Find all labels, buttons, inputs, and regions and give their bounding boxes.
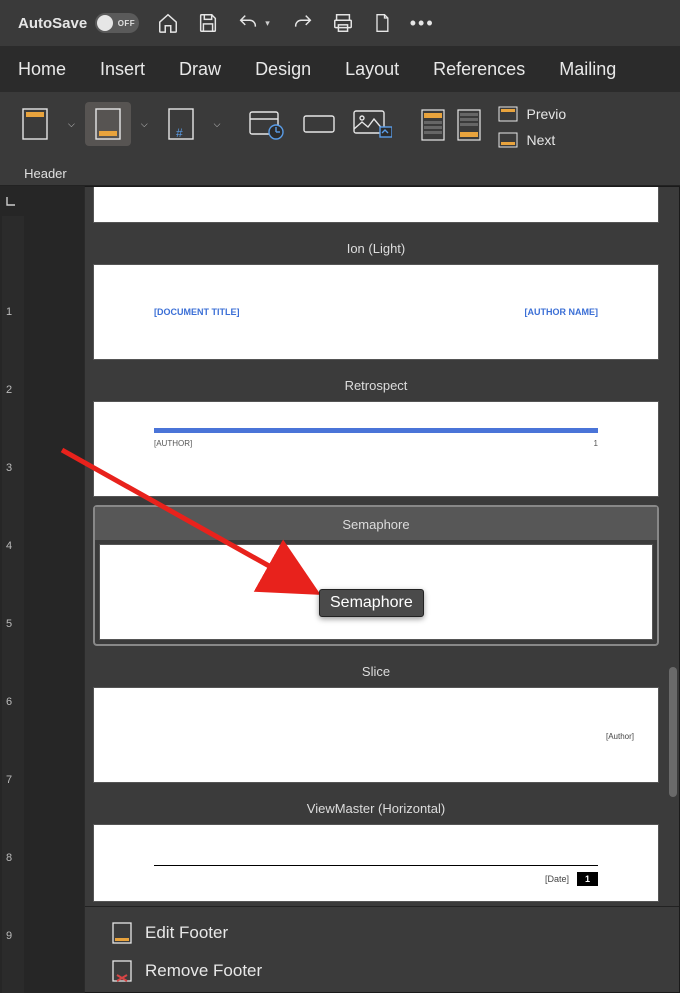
vertical-ruler — [0, 186, 26, 993]
redo-icon[interactable] — [292, 12, 314, 34]
toggle-off-text: OFF — [118, 19, 136, 28]
header-group: ⌵ Header — [12, 102, 79, 181]
gallery-item-slice[interactable]: Slice [Author] — [93, 654, 659, 783]
insert-group — [246, 102, 392, 145]
ruler-mark: 5 — [6, 618, 12, 630]
titlebar: AutoSave OFF ▾ ••• — [0, 0, 680, 46]
save-icon[interactable] — [197, 12, 219, 34]
ion-doc-title: [DOCUMENT TITLE] — [154, 307, 240, 317]
footer-group: ⌵ — [85, 102, 152, 146]
gallery-item-title: Slice — [93, 654, 659, 687]
scrollbar-thumb[interactable] — [669, 667, 677, 797]
remove-footer-label: Remove Footer — [145, 961, 262, 981]
tab-design[interactable]: Design — [255, 59, 311, 80]
retro-page: 1 — [594, 439, 598, 448]
gallery-item-title: Retrospect — [93, 368, 659, 401]
tab-home[interactable]: Home — [18, 59, 66, 80]
home-icon[interactable] — [157, 12, 179, 34]
tab-mailing[interactable]: Mailing — [559, 59, 616, 80]
gallery-item-viewmaster[interactable]: ViewMaster (Horizontal) [Date] 1 — [93, 791, 659, 902]
gallery-item-retrospect[interactable]: Retrospect [AUTHOR] 1 — [93, 368, 659, 497]
prev-next-group: Previo Next — [498, 102, 566, 148]
goto-header-button[interactable] — [420, 108, 446, 147]
autosave-label: AutoSave — [18, 15, 87, 32]
ribbon: ⌵ Header ⌵ # ⌵ — [0, 92, 680, 186]
new-document-icon[interactable] — [372, 12, 392, 34]
quick-access-toolbar: ▾ ••• — [157, 12, 434, 34]
chevron-down-icon[interactable]: ⌵ — [210, 119, 225, 130]
page-number-button[interactable]: # — [158, 102, 204, 146]
date-time-button[interactable] — [246, 108, 286, 145]
ruler-mark: 2 — [6, 384, 12, 396]
ruler-mark: 9 — [6, 930, 12, 942]
ribbon-tabs: Home Insert Draw Design Layout Reference… — [0, 46, 680, 92]
tooltip: Semaphore — [319, 589, 424, 617]
gallery-item-semaphore[interactable]: Semaphore — [93, 505, 659, 646]
tab-insert[interactable]: Insert — [100, 59, 145, 80]
ruler-mark: 7 — [6, 774, 12, 786]
toggle-switch[interactable]: OFF — [95, 13, 139, 33]
header-label: Header — [24, 166, 67, 181]
ion-author-name: [AUTHOR NAME] — [525, 307, 599, 317]
ruler-mark: 4 — [6, 540, 12, 552]
print-icon[interactable] — [332, 12, 354, 34]
svg-text:#: # — [176, 126, 183, 140]
remove-footer-action[interactable]: Remove Footer — [111, 959, 679, 983]
gallery-footer-actions: Edit Footer Remove Footer — [85, 906, 679, 992]
navigation-group — [420, 102, 482, 147]
ruler-mark: 8 — [6, 852, 12, 864]
next-button[interactable]: Next — [498, 132, 566, 148]
gallery-item-title: ViewMaster (Horizontal) — [93, 791, 659, 824]
document-info-button[interactable] — [302, 112, 336, 141]
ruler-mark: 1 — [6, 306, 12, 318]
retro-author: [AUTHOR] — [154, 439, 192, 448]
more-icon[interactable]: ••• — [410, 13, 435, 34]
tab-selector[interactable] — [2, 192, 20, 210]
vm-page: 1 — [577, 872, 598, 886]
chevron-down-icon[interactable]: ⌵ — [64, 119, 79, 130]
tab-draw[interactable]: Draw — [179, 59, 221, 80]
edit-footer-action[interactable]: Edit Footer — [111, 921, 679, 945]
tab-references[interactable]: References — [433, 59, 525, 80]
goto-footer-button[interactable] — [456, 108, 482, 147]
gallery-item-ion-light[interactable]: Ion (Light) [DOCUMENT TITLE] [AUTHOR NAM… — [93, 231, 659, 360]
header-button[interactable] — [12, 102, 58, 146]
tab-layout[interactable]: Layout — [345, 59, 399, 80]
autosave-toggle[interactable]: AutoSave OFF — [18, 13, 139, 33]
gallery-item-title: Semaphore — [95, 507, 657, 540]
next-label: Next — [526, 132, 555, 148]
chevron-down-icon[interactable]: ⌵ — [137, 119, 152, 130]
gallery-item-title: Ion (Light) — [93, 231, 659, 264]
slice-author: [Author] — [606, 732, 634, 741]
pictures-button[interactable] — [352, 109, 392, 144]
footer-button[interactable] — [85, 102, 131, 146]
ruler-mark: 6 — [6, 696, 12, 708]
page-number-group: # ⌵ — [158, 102, 225, 146]
vm-date: [Date] — [545, 874, 569, 884]
ruler-mark: 3 — [6, 462, 12, 474]
gallery-item[interactable] — [93, 187, 659, 223]
previous-label: Previo — [526, 106, 566, 122]
previous-button[interactable]: Previo — [498, 106, 566, 122]
edit-footer-label: Edit Footer — [145, 923, 228, 943]
chevron-down-icon[interactable]: ▾ — [261, 18, 274, 29]
undo-icon[interactable]: ▾ — [237, 12, 274, 34]
